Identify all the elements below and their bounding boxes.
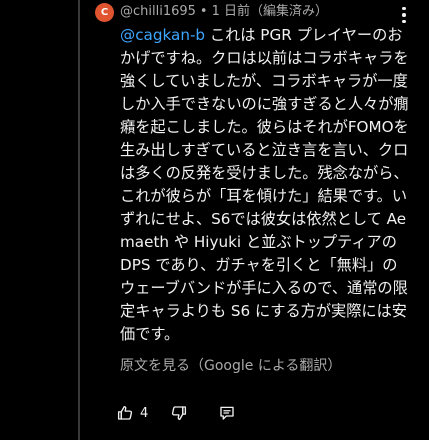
mention-link[interactable]: @cagkan-b <box>120 26 205 44</box>
edited-label: （編集済み） <box>250 4 329 19</box>
dislike-button[interactable] <box>170 404 188 422</box>
comment-actions: 4 <box>116 400 236 426</box>
thread-line <box>78 0 80 440</box>
thumb-down-icon <box>170 404 188 422</box>
comment-timestamp[interactable]: 1 日前 <box>212 4 250 19</box>
like-count: 4 <box>140 405 149 421</box>
menu-dot <box>402 6 406 11</box>
avatar-letter: C <box>100 7 109 18</box>
comment-body: @cagkan-b これは PGR プレイヤーのおかげですね。クロは以前はコラボ… <box>120 24 410 346</box>
thumb-up-icon <box>116 404 134 422</box>
comment: C @chilli1695 • 1 日前（編集済み） @cagkan-b これは P… <box>95 0 416 440</box>
reply-comment-icon <box>218 404 236 422</box>
author-name[interactable]: @chilli1695 <box>120 4 196 19</box>
more-vert-icon[interactable] <box>394 4 414 26</box>
menu-dot <box>402 13 406 17</box>
menu-dot <box>402 19 406 24</box>
like-button[interactable]: 4 <box>116 404 148 422</box>
avatar[interactable]: C <box>95 3 114 22</box>
see-original-link[interactable]: 原文を見る（Google による翻訳） <box>120 355 341 375</box>
comment-text: これは PGR プレイヤーのおかげですね。クロは以前はコラボキャラを強くしていま… <box>120 26 409 343</box>
header-separator: • <box>199 4 208 19</box>
reply-button[interactable] <box>218 404 236 422</box>
comment-header: @chilli1695 • 1 日前（編集済み） <box>120 2 328 22</box>
